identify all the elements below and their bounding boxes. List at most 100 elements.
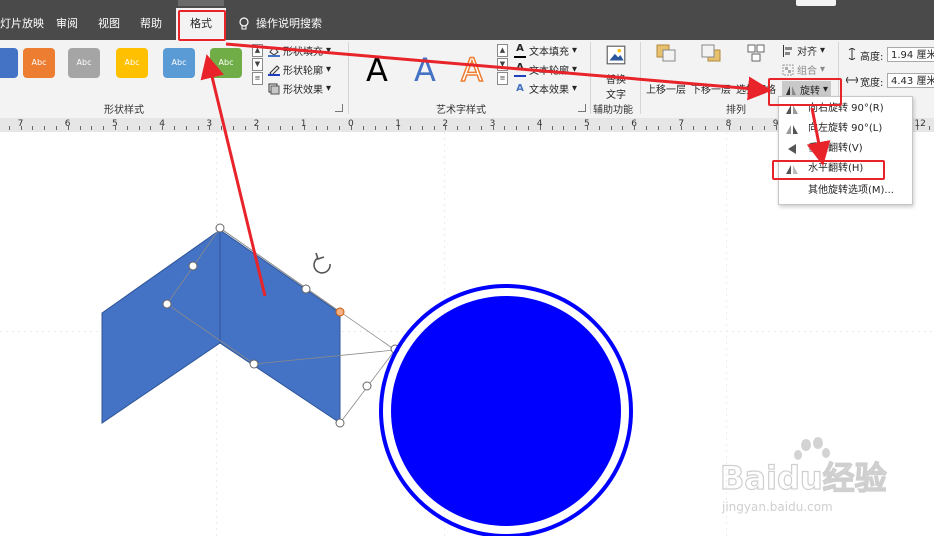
dropdown-caret: ▾ xyxy=(326,64,332,75)
rotation-handle-icon[interactable] xyxy=(313,252,331,274)
ruler-tick xyxy=(150,126,152,130)
gallery-more-button[interactable]: ≡ xyxy=(252,72,263,85)
ruler-tick xyxy=(209,126,211,130)
text-effects-button[interactable]: A 文本效果 ▾ xyxy=(514,81,577,97)
ruler-tick xyxy=(374,126,376,130)
ruler-tick xyxy=(327,126,329,130)
ruler-tick xyxy=(280,126,282,130)
group-separator xyxy=(640,42,641,114)
shape-style-swatch-1[interactable]: Abc xyxy=(23,48,55,78)
watermark-brand: Baidu经验 xyxy=(720,459,887,497)
bring-forward-label: 上移一层 xyxy=(646,85,686,96)
chevron-shape[interactable] xyxy=(101,229,341,424)
wordart-group-label: 艺术字样式 xyxy=(436,105,486,116)
arrange-group-label: 排列 xyxy=(726,105,746,116)
shape-style-swatch-0[interactable] xyxy=(0,48,18,78)
alt-text-button[interactable]: 替换 文字 xyxy=(596,44,636,101)
ruler-tick xyxy=(351,126,352,130)
align-button[interactable]: 对齐 ▾ xyxy=(782,43,825,58)
menu-item-flip-horizontal[interactable]: 水平翻转(H) xyxy=(779,159,912,179)
ruler-tick xyxy=(657,126,659,130)
gallery-scroll-down[interactable]: ▼ xyxy=(252,58,263,71)
width-label: 宽度: xyxy=(860,78,884,89)
title-bar xyxy=(0,0,934,8)
alt-text-label-line2: 文字 xyxy=(606,90,626,101)
ruler-label: 12 xyxy=(914,119,926,129)
ruler-tick xyxy=(634,126,636,130)
ruler-tick xyxy=(67,126,69,130)
ruler-tick xyxy=(433,126,435,130)
dropdown-caret: ▾ xyxy=(572,64,578,75)
wordart-more-button[interactable]: ≡ xyxy=(497,72,508,85)
shape-style-swatch-4[interactable]: Abc xyxy=(163,48,195,78)
group-button[interactable]: 组合 ▾ xyxy=(782,62,825,77)
ruler-tick xyxy=(764,126,765,130)
selection-pane-button[interactable]: 选择窗格 xyxy=(734,44,778,96)
ruler-tick xyxy=(598,126,600,130)
ruler-tick xyxy=(244,126,246,130)
shape-style-swatch-5[interactable]: Abc xyxy=(210,48,242,78)
ruler-tick xyxy=(917,126,919,130)
wordart-style-orange-outline[interactable]: A xyxy=(450,46,494,94)
bring-forward-button[interactable]: 上移一层 xyxy=(644,44,688,96)
menu-item-rotate-right[interactable]: 向右旋转 90°(R) xyxy=(779,99,912,119)
group-label: 组合 xyxy=(797,66,817,77)
lightbulb-icon xyxy=(239,17,249,30)
ruler-tick xyxy=(716,126,718,130)
gallery-scroll-up[interactable]: ▲ xyxy=(252,44,263,57)
flip-horizontal-icon xyxy=(786,165,798,174)
paint-bucket-icon xyxy=(268,45,280,57)
tell-me-search[interactable]: 操作说明搜索 xyxy=(238,8,322,40)
ruler-tick xyxy=(752,126,754,130)
shape-style-swatch-3[interactable]: Abc xyxy=(116,48,148,78)
ruler-tick xyxy=(233,126,234,130)
wordart-scroll-up[interactable]: ▲ xyxy=(497,44,508,57)
shape-style-swatch-2[interactable]: Abc xyxy=(68,48,100,78)
circle-shape[interactable] xyxy=(379,284,633,536)
ruler-tick xyxy=(256,126,258,130)
bring-forward-icon xyxy=(656,44,676,62)
ruler-tick xyxy=(174,126,175,130)
tab-format[interactable]: 格式 xyxy=(176,8,226,40)
wordart-style-black[interactable]: A xyxy=(355,46,399,94)
rotate-right-icon xyxy=(786,105,798,114)
align-label: 对齐 xyxy=(797,47,817,58)
tell-me-label: 操作说明搜索 xyxy=(256,17,322,30)
ruler-tick xyxy=(20,126,22,130)
tab-slideshow[interactable]: 灯片放映 xyxy=(0,8,44,40)
ruler-tick xyxy=(339,126,341,130)
text-fill-icon: A xyxy=(514,43,526,58)
width-input[interactable]: 4.43 厘米 xyxy=(887,73,934,88)
height-input[interactable]: 1.94 厘米 xyxy=(887,47,934,62)
menu-item-more-rotation-options[interactable]: 其他旋转选项(M)... xyxy=(779,181,912,201)
ruler-tick xyxy=(610,126,612,130)
ruler-tick xyxy=(362,126,364,130)
ruler-tick xyxy=(386,126,388,130)
ruler-tick xyxy=(162,126,164,130)
text-fill-button[interactable]: A 文本填充 ▾ xyxy=(514,43,577,58)
rotate-label: 旋转 xyxy=(800,86,820,97)
text-effects-label: 文本效果 xyxy=(529,85,569,96)
adjust-handle[interactable] xyxy=(335,307,345,317)
pen-outline-icon xyxy=(268,64,280,76)
shape-effects-button[interactable]: 形状效果 ▾ xyxy=(268,81,331,96)
text-outline-button[interactable]: A 文本轮廓 ▾ xyxy=(514,62,577,77)
wordart-scroll-down[interactable]: ▼ xyxy=(497,58,508,71)
shape-outline-button[interactable]: 形状轮廓 ▾ xyxy=(268,62,331,77)
send-backward-button[interactable]: 下移一层 xyxy=(690,44,732,96)
menu-item-rotate-left[interactable]: 向左旋转 90°(L) xyxy=(779,119,912,139)
tab-review[interactable]: 审阅 xyxy=(56,8,78,40)
ruler-tick xyxy=(315,126,317,130)
tab-view[interactable]: 视图 xyxy=(98,8,120,40)
ruler-tick xyxy=(410,126,411,130)
ruler-tick xyxy=(575,126,577,130)
ruler-tick xyxy=(268,126,270,130)
tab-help[interactable]: 帮助 xyxy=(140,8,162,40)
rotate-dropdown-menu: 向右旋转 90°(R) 向左旋转 90°(L) 垂直翻转(V) 水平翻转(H) … xyxy=(778,96,913,205)
menu-item-flip-vertical[interactable]: 垂直翻转(V) xyxy=(779,139,912,159)
wordart-style-blue[interactable]: A xyxy=(403,46,447,94)
account-button[interactable] xyxy=(796,0,836,6)
shape-styles-launcher[interactable] xyxy=(335,104,343,112)
shape-fill-button[interactable]: 形状填充 ▾ xyxy=(268,43,331,58)
wordart-launcher[interactable] xyxy=(578,104,586,112)
